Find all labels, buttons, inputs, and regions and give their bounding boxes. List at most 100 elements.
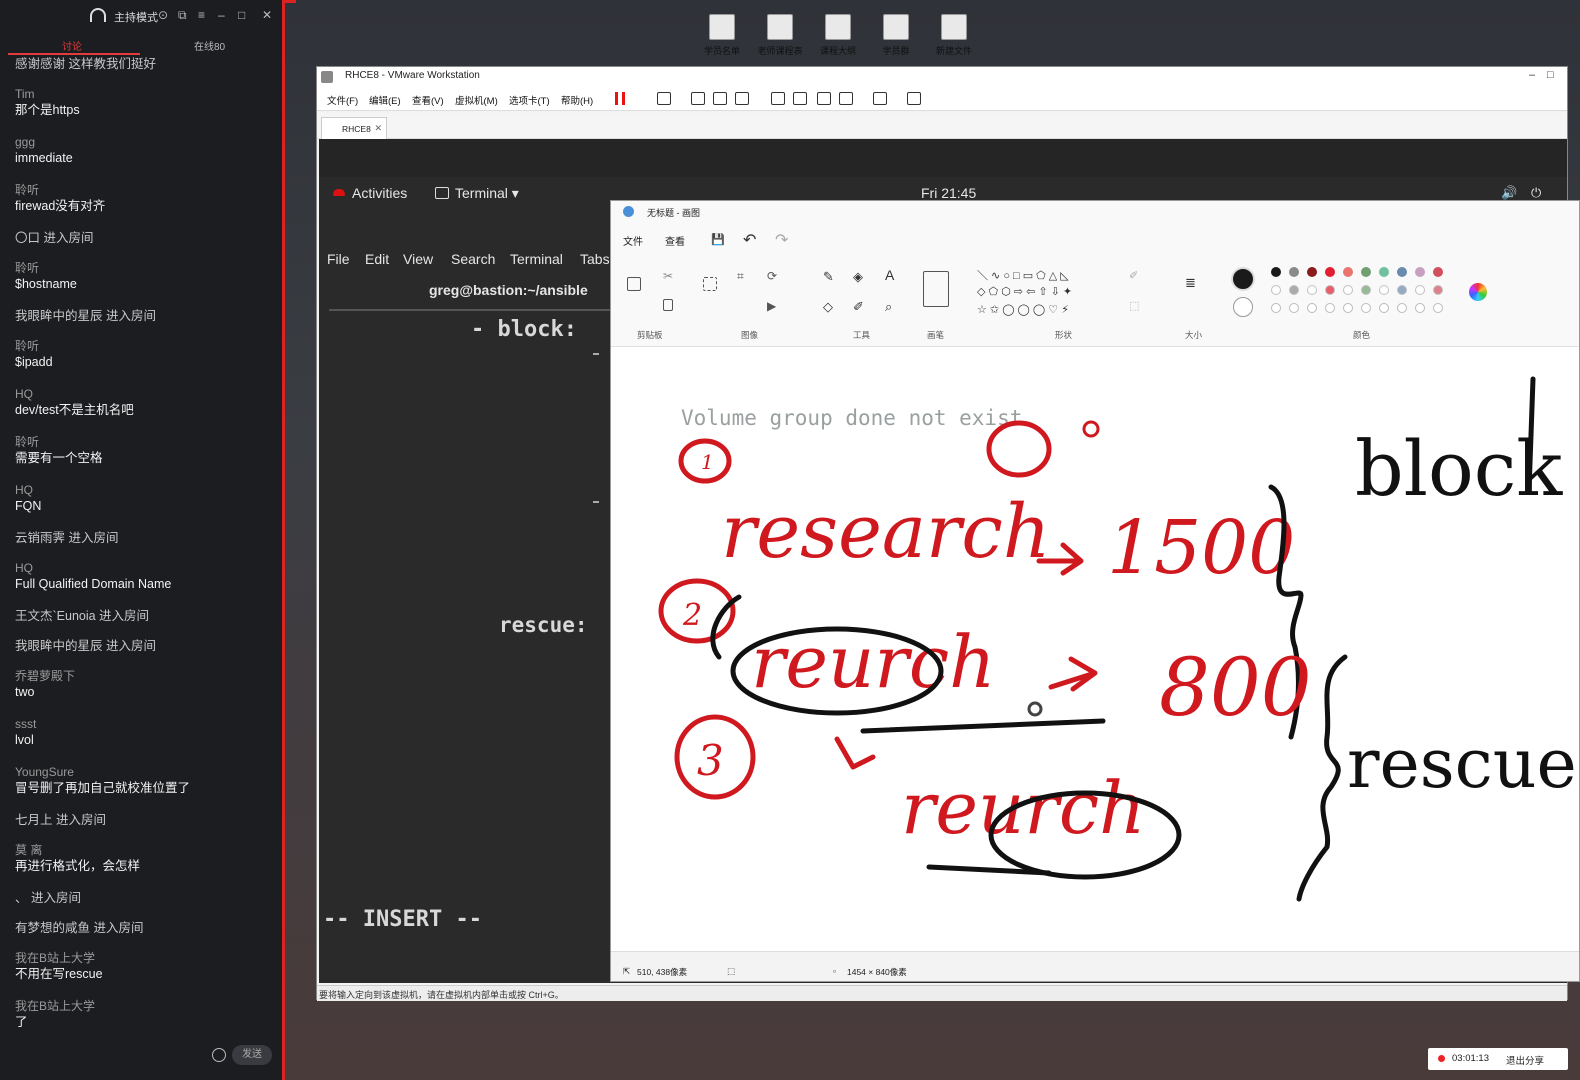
color-swatch[interactable] [1361,285,1371,295]
undo-icon[interactable]: ↶ [743,230,756,250]
save-icon[interactable]: 💾 [711,233,725,246]
desktop-icon[interactable]: 学员名单 [698,14,746,57]
redo-icon[interactable]: ↷ [775,230,788,250]
color-swatch[interactable] [1415,267,1425,277]
color-swatch[interactable] [1325,303,1335,313]
desktop-icon[interactable]: 老师课程表 [756,14,804,57]
term-menu-view[interactable]: View [403,251,433,267]
snapshot-icon[interactable] [691,92,705,105]
emoji-icon[interactable] [212,1048,226,1062]
color-swatch[interactable] [1397,285,1407,295]
menu-help[interactable]: 帮助(H) [561,93,593,107]
rotate-icon[interactable]: ⟳ [767,269,777,283]
close-tab-icon[interactable]: ✕ [374,123,382,134]
power-icon[interactable]: ⏻ [1531,185,1541,201]
color-swatch[interactable] [1415,285,1425,295]
term-menu-terminal[interactable]: Terminal [510,251,563,267]
pause-icon[interactable] [615,92,625,105]
primary-color[interactable] [1231,267,1255,291]
color-swatch[interactable] [1271,303,1281,313]
menu-edit[interactable]: 编辑(E) [369,93,401,107]
crop-icon[interactable]: ⌗ [737,269,744,284]
fill-style-icon[interactable]: ⬚ [1129,299,1139,312]
term-menu-file[interactable]: File [327,251,350,267]
term-menu-search[interactable]: Search [451,251,495,267]
snapshot-manager-icon[interactable] [735,92,749,105]
color-swatch[interactable] [1397,303,1407,313]
color-picker-icon[interactable]: ✐ [853,299,864,315]
eraser-icon[interactable]: ◇ [823,299,833,315]
color-swatch[interactable] [1289,285,1299,295]
unity-icon[interactable] [839,92,853,105]
minimize-icon[interactable]: – [1529,69,1535,81]
outline-icon[interactable]: ✐ [1129,269,1138,282]
select-icon[interactable] [703,277,717,291]
color-swatch[interactable] [1379,267,1389,277]
color-swatch[interactable] [1289,303,1299,313]
fullscreen-icon[interactable] [817,92,831,105]
color-swatch[interactable] [1379,285,1389,295]
text-icon[interactable]: A [885,267,894,283]
maximize-icon[interactable]: □ [1547,69,1554,81]
polygon-shapes-icon[interactable]: ◇ ⬠ ⬡ ⇨ ⇦ ⇧ ⇩ ✦ [977,285,1072,298]
color-swatch[interactable] [1415,303,1425,313]
size-icon[interactable]: ≣ [1185,275,1196,291]
line-shape-icon[interactable]: ＼ ∿ ○ □ ▭ ⬠ △ ◺ [977,267,1069,283]
term-menu-tabs[interactable]: Tabs [580,251,610,267]
color-swatch[interactable] [1325,285,1335,295]
cut-icon[interactable]: ✂ [663,269,673,283]
color-swatch[interactable] [1397,267,1407,277]
tab-rhce8[interactable]: RHCE8 ✕ [321,117,387,139]
clock[interactable]: Fri 21:45 [921,185,976,201]
exit-share-button[interactable]: 退出分享 [1506,1053,1544,1067]
color-swatch[interactable] [1361,267,1371,277]
desktop-icon[interactable]: 学员群 [872,14,920,57]
desktop-icon[interactable]: 课程大纲 [814,14,862,57]
tab-discussion[interactable]: 讨论 [62,38,82,53]
star-shapes-icon[interactable]: ☆ ✩ ◯ ◯ ◯ ♡ ⚡ [977,303,1069,316]
menu-file[interactable]: 文件(F) [327,93,358,107]
paint-menu-file[interactable]: 文件 [623,233,643,248]
color-swatch[interactable] [1289,267,1299,277]
color-swatch[interactable] [1307,285,1317,295]
edit-colors-icon[interactable] [1469,283,1487,301]
menu-tabs[interactable]: 选项卡(T) [509,93,550,107]
color-swatch[interactable] [1343,285,1353,295]
desktop-icon[interactable]: 新建文件 [930,14,978,57]
color-palette[interactable] [1271,267,1451,317]
menu-vm[interactable]: 虚拟机(M) [455,93,498,107]
share-icon[interactable]: ⧉ [178,9,187,21]
paint-canvas[interactable]: Volume group done not exist 1 2 3 resear… [611,347,1579,951]
color-swatch[interactable] [1433,285,1443,295]
volume-icon[interactable]: 🔊 [1501,185,1517,201]
tab-online[interactable]: 在线80 [194,38,225,53]
stretch-icon[interactable] [907,92,921,105]
terminal-app-menu[interactable]: Terminal ▾ [455,185,519,202]
settings-icon[interactable]: ⊙ [158,9,168,21]
menu-view[interactable]: 查看(V) [412,93,444,107]
activities-button[interactable]: Activities [352,185,407,201]
paste-icon[interactable] [627,277,641,291]
menu-icon[interactable]: ≡ [198,9,205,21]
minimize-icon[interactable]: – [218,9,225,21]
color-swatch[interactable] [1433,303,1443,313]
color-swatch[interactable] [1271,285,1281,295]
pencil-icon[interactable]: ✎ [823,269,834,285]
fill-icon[interactable]: ◈ [853,269,863,285]
flip-icon[interactable]: ▶ [767,299,776,313]
term-menu-edit[interactable]: Edit [365,251,389,267]
secondary-color[interactable] [1233,297,1253,317]
maximize-icon[interactable]: □ [238,9,245,21]
magnifier-icon[interactable]: ⌕ [885,299,892,315]
color-swatch[interactable] [1379,303,1389,313]
terminal-icon[interactable] [873,92,887,105]
send-button[interactable]: 发送 [232,1045,272,1065]
color-swatch[interactable] [1433,267,1443,277]
snapshot-restore-icon[interactable] [713,92,727,105]
send-keys-icon[interactable] [657,92,671,105]
copy-icon[interactable] [663,299,673,311]
library-icon[interactable] [771,92,785,105]
color-swatch[interactable] [1307,267,1317,277]
paint-menu-view[interactable]: 查看 [665,233,685,248]
color-swatch[interactable] [1361,303,1371,313]
